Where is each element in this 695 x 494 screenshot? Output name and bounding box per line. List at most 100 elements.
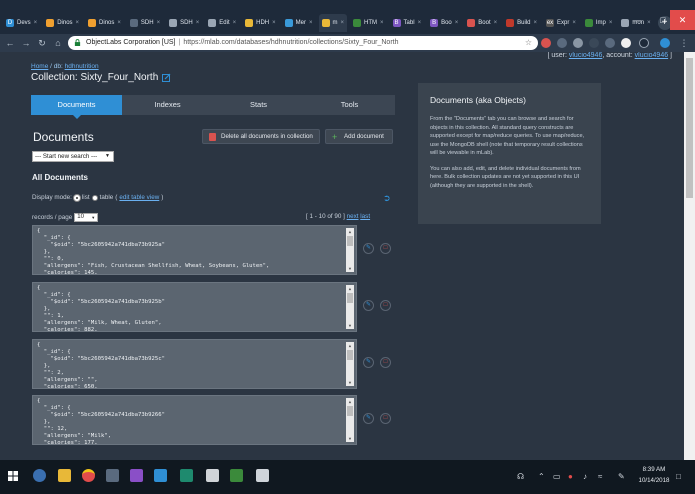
scroll-up-icon[interactable]: ▲ — [346, 285, 354, 292]
pager-last-link[interactable]: last — [360, 213, 370, 220]
document-item[interactable]: { "_id": { "$oid": "5bc2605942a741dba73b… — [32, 225, 357, 275]
close-tab-icon[interactable]: × — [418, 20, 422, 26]
document-scrollbar-thumb[interactable] — [347, 236, 353, 246]
browser-tab[interactable]: Dinos × — [43, 14, 82, 32]
browser-tab[interactable]: Mer × — [282, 14, 316, 32]
app-icon[interactable] — [256, 469, 269, 482]
close-tab-icon[interactable]: × — [455, 20, 459, 26]
browser-tab[interactable]: Dinos × — [85, 14, 124, 32]
calculator-icon[interactable] — [206, 469, 219, 482]
close-tab-icon[interactable]: × — [309, 20, 313, 26]
delete-document-icon[interactable]: □ — [380, 413, 391, 424]
app-icon[interactable] — [230, 469, 243, 482]
extension-icon[interactable] — [660, 38, 670, 48]
edit-document-icon[interactable]: ✎ — [363, 243, 374, 254]
delete-all-documents-button[interactable]: Delete all documents in collection — [202, 129, 320, 144]
scroll-up-icon[interactable]: ▲ — [346, 228, 354, 235]
chevron-up-icon[interactable]: ⌃ — [538, 472, 545, 481]
close-tab-icon[interactable]: × — [76, 20, 80, 26]
extension-icon[interactable] — [557, 38, 567, 48]
browser-tab[interactable]: HTM × — [350, 14, 387, 32]
browser-tab[interactable]: Build × — [503, 14, 540, 32]
tab-indexes[interactable]: Indexes — [122, 95, 213, 115]
taskbar-clock[interactable]: 8:39 AM 10/14/2018 — [636, 464, 672, 486]
profile-icon[interactable] — [639, 38, 649, 48]
close-window-button[interactable]: ✕ — [670, 10, 695, 30]
delete-document-icon[interactable]: □ — [380, 300, 391, 311]
wifi-icon[interactable]: ≈ — [598, 472, 602, 481]
browser-tab[interactable]: D Devs × — [3, 14, 40, 32]
breadcrumb-db-link[interactable]: hdhnutrition — [65, 63, 99, 70]
extension-icon[interactable] — [541, 38, 551, 48]
bookmark-star-icon[interactable]: ☆ — [525, 36, 532, 50]
home-icon[interactable]: ⌂ — [52, 37, 64, 49]
account-link[interactable]: vlucio4946 — [635, 52, 668, 59]
tab-tools[interactable]: Tools — [304, 95, 395, 115]
extension-icon[interactable] — [621, 38, 631, 48]
scroll-down-icon[interactable]: ▼ — [346, 265, 354, 272]
close-tab-icon[interactable]: × — [196, 20, 200, 26]
document-scrollbar[interactable]: ▲ ▼ — [346, 398, 354, 442]
browser-tab[interactable]: Imp × — [582, 14, 616, 32]
document-scrollbar-thumb[interactable] — [347, 293, 353, 303]
pen-icon[interactable]: ✎ — [618, 472, 625, 481]
close-tab-icon[interactable]: × — [380, 20, 384, 26]
windows-start-icon[interactable] — [8, 471, 18, 481]
browser-tab[interactable]: Edit × — [205, 14, 239, 32]
delete-document-icon[interactable]: □ — [380, 357, 391, 368]
browser-tab[interactable]: B Tabl × — [390, 14, 425, 32]
browser-tab[interactable]: ex Expr × — [543, 14, 579, 32]
pager-next-link[interactable]: next — [347, 213, 359, 220]
scroll-down-icon[interactable]: ▼ — [346, 435, 354, 442]
edit-document-icon[interactable]: ✎ — [363, 413, 374, 424]
document-item[interactable]: { "_id": { "$oid": "5bc2605942a741dba73b… — [32, 339, 357, 389]
export-icon[interactable]: ➲ — [383, 193, 393, 203]
scroll-down-icon[interactable]: ▼ — [346, 379, 354, 386]
browser-tab[interactable]: SDH × — [166, 14, 202, 32]
close-tab-icon[interactable]: × — [341, 20, 345, 26]
browser-tab[interactable]: B Boo × — [427, 14, 461, 32]
browser-tab[interactable]: HDH × — [242, 14, 279, 32]
close-tab-icon[interactable]: × — [233, 20, 237, 26]
document-scrollbar-thumb[interactable] — [347, 406, 353, 416]
tab-stats[interactable]: Stats — [213, 95, 304, 115]
close-tab-icon[interactable]: × — [494, 20, 498, 26]
close-tab-icon[interactable]: × — [533, 20, 537, 26]
notifications-icon[interactable]: □ — [676, 472, 681, 481]
extension-icon[interactable] — [573, 38, 583, 48]
reload-icon[interactable]: ↻ — [36, 37, 48, 49]
chrome-icon[interactable] — [82, 469, 95, 482]
app-icon[interactable] — [106, 469, 119, 482]
display-mode-table-radio[interactable] — [91, 194, 98, 201]
close-tab-icon[interactable]: × — [117, 20, 121, 26]
document-scrollbar[interactable]: ▲ ▼ — [346, 285, 354, 329]
display-mode-list-radio[interactable] — [73, 194, 80, 201]
close-tab-icon[interactable]: × — [272, 20, 276, 26]
close-tab-icon[interactable]: × — [609, 20, 613, 26]
search-icon[interactable] — [33, 469, 46, 482]
edit-document-icon[interactable]: ✎ — [363, 357, 374, 368]
close-tab-icon[interactable]: × — [157, 20, 161, 26]
tab-documents[interactable]: Documents — [31, 95, 122, 119]
document-scrollbar-thumb[interactable] — [347, 350, 353, 360]
scroll-down-icon[interactable]: ▼ — [346, 322, 354, 329]
app-icon[interactable] — [130, 469, 143, 482]
page-scrollbar-thumb[interactable] — [686, 58, 693, 198]
search-select[interactable]: --- Start new search --- ▼ — [32, 151, 114, 162]
browser-tab[interactable]: m × — [318, 14, 348, 32]
add-document-button[interactable]: + Add document — [325, 129, 393, 144]
document-scrollbar[interactable]: ▲ ▼ — [346, 228, 354, 272]
document-item[interactable]: { "_id": { "$oid": "5bc2605942a741dba73b… — [32, 395, 357, 445]
scroll-up-icon[interactable]: ▲ — [346, 342, 354, 349]
close-tab-icon[interactable]: × — [34, 20, 38, 26]
app-icon[interactable] — [154, 469, 167, 482]
menu-kebab-icon[interactable]: ⋮ — [678, 37, 690, 49]
forward-icon[interactable]: → — [20, 37, 32, 49]
extension-icon[interactable] — [605, 38, 615, 48]
delete-document-icon[interactable]: □ — [380, 243, 391, 254]
close-tab-icon[interactable]: × — [572, 20, 576, 26]
file-explorer-icon[interactable] — [58, 469, 71, 482]
volume-icon[interactable]: ♪ — [583, 472, 587, 481]
edit-title-icon[interactable] — [162, 73, 171, 82]
document-item[interactable]: { "_id": { "$oid": "5bc2605942a741dba73b… — [32, 282, 357, 332]
